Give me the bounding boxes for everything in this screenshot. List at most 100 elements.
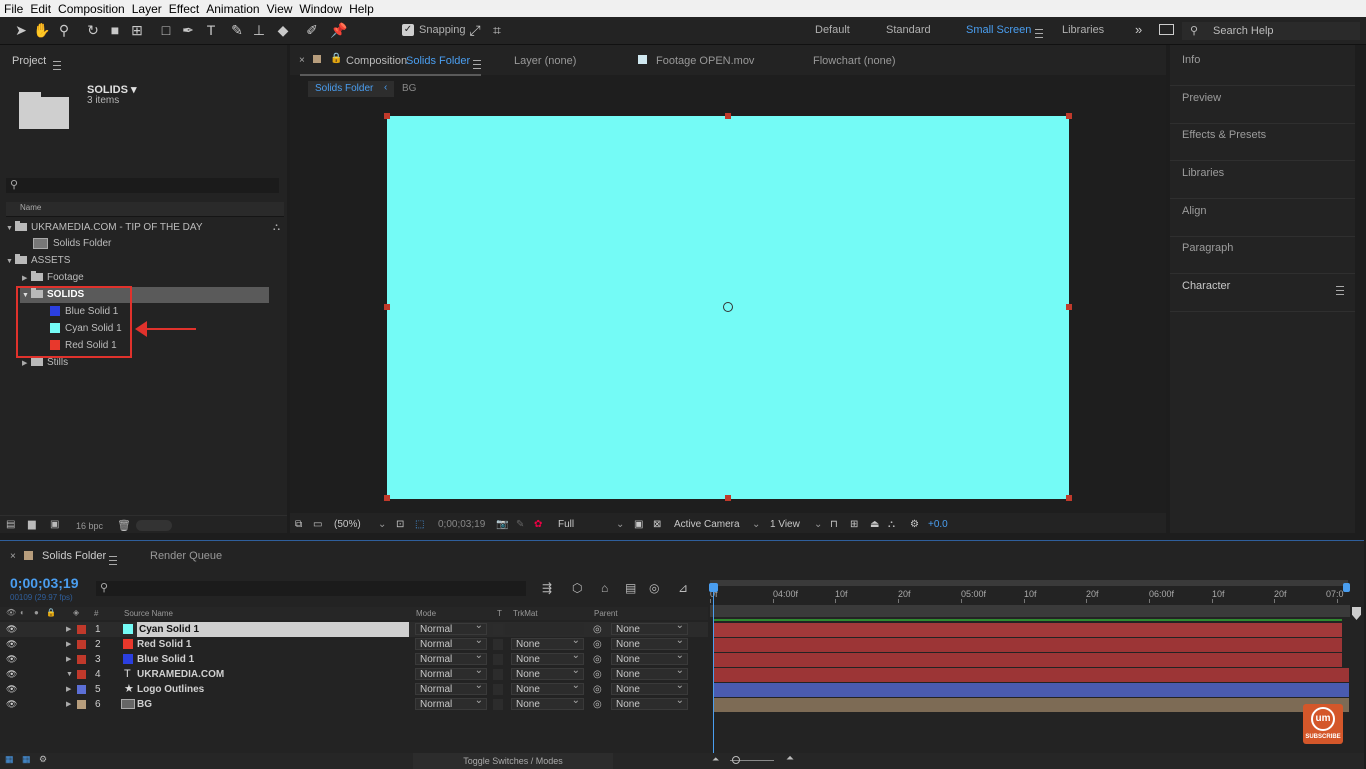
pick-whip-icon[interactable]: ◎ — [593, 637, 602, 652]
channel-icon[interactable]: ✿ — [534, 519, 542, 530]
timeline-search-input[interactable]: ⚲ — [96, 581, 526, 596]
label-color[interactable] — [77, 670, 86, 679]
parent-dropdown[interactable]: None — [611, 680, 688, 695]
transform-handle[interactable] — [1066, 113, 1072, 119]
chevron-down-icon[interactable]: ⌄ — [378, 519, 386, 530]
toggle-pixel-aspect-icon[interactable]: ⊓ — [830, 519, 838, 530]
expand-triangle-icon[interactable]: ▼ — [6, 254, 15, 270]
pick-whip-icon[interactable]: ◎ — [593, 652, 602, 667]
layer-duration-bar[interactable] — [714, 653, 1342, 667]
number-header[interactable]: # — [94, 609, 98, 618]
reset-exposure-icon[interactable]: ⚙ — [910, 519, 919, 530]
layer-row[interactable]: 👁 ▶ 3 Blue Solid 1 Normal None ◎ None — [0, 650, 708, 667]
chevron-down-icon[interactable]: ⌄ — [814, 519, 822, 530]
panel-info[interactable]: Info — [1170, 50, 1355, 86]
layer-duration-bar[interactable] — [714, 668, 1349, 682]
layer-row[interactable]: 👁 ▼ 4 T UKRAMEDIA.COM Normal None ◎ None — [0, 665, 708, 682]
timeline-icon[interactable]: ⏏ — [870, 519, 879, 530]
menu-file[interactable]: File — [0, 0, 26, 16]
layer-name[interactable]: Logo Outlines — [137, 682, 204, 697]
eye-icon[interactable]: 👁 — [6, 667, 17, 682]
frame-blending-icon[interactable]: ▤ — [625, 581, 636, 595]
preserve-transparency-toggle[interactable] — [493, 654, 503, 665]
t-header[interactable]: T — [497, 609, 502, 618]
rectangle-tool-icon[interactable]: □ — [157, 21, 175, 39]
puppet-pin-tool-icon[interactable]: 📌 — [330, 21, 348, 39]
bpc-label[interactable]: 16 bpc — [76, 521, 103, 531]
flowchart-icon[interactable]: ⛬ — [888, 519, 895, 530]
parent-header[interactable]: Parent — [594, 609, 618, 618]
roto-brush-tool-icon[interactable]: ✐ — [303, 21, 321, 39]
tab-composition-name[interactable]: Solids Folder — [406, 55, 470, 67]
layer-duration-bar[interactable] — [714, 683, 1349, 697]
panel-preview[interactable]: Preview — [1170, 88, 1355, 124]
layer-name[interactable]: Cyan Solid 1 — [137, 622, 409, 637]
layer-name[interactable]: UKRAMEDIA.COM — [137, 667, 224, 682]
layer-row[interactable]: 👁 ▶ 6 BG Normal None ◎ None — [0, 695, 708, 712]
zoom-out-icon[interactable]: ⏶ — [712, 754, 719, 765]
visibility-header-icon[interactable]: 👁 — [6, 608, 16, 617]
transform-handle[interactable] — [384, 113, 390, 119]
trash-icon[interactable]: 🗑 — [117, 519, 131, 532]
preserve-transparency-toggle[interactable] — [493, 639, 503, 650]
safe-margins-icon[interactable]: ⊡ — [396, 519, 404, 530]
project-panel-title[interactable]: Project — [12, 55, 46, 67]
transform-handle[interactable] — [1066, 304, 1072, 310]
show-snapshot-icon[interactable]: ✎ — [516, 519, 524, 530]
playhead[interactable] — [713, 583, 714, 753]
hide-shy-layers-icon[interactable]: ⌂ — [601, 581, 608, 595]
search-help-field[interactable]: ⚲ Search Help — [1182, 22, 1360, 40]
trkmat-dropdown[interactable]: None — [511, 680, 584, 695]
mode-header[interactable]: Mode — [416, 609, 436, 618]
tab-composition-prefix[interactable]: Composition — [346, 55, 407, 67]
time-ruler[interactable]: 0f04:00f10f20f05:00f10f20f06:00f10f20f07… — [710, 587, 1350, 603]
menu-window[interactable]: Window — [295, 0, 345, 16]
snapshot-icon[interactable]: 📷 — [496, 519, 508, 530]
panel-align[interactable]: Align — [1170, 201, 1355, 237]
keyboard-icon[interactable] — [1159, 24, 1174, 35]
preserve-transparency-toggle[interactable] — [493, 699, 503, 710]
layer-row[interactable]: 👁 ▶ 5 ★Logo Outlines Normal None ◎ None — [0, 680, 708, 697]
mode-dropdown[interactable]: Normal — [415, 620, 487, 635]
composition-mini-flowchart-icon[interactable]: ⇶ — [542, 581, 552, 595]
mode-dropdown[interactable]: Normal — [415, 635, 487, 650]
time-navigator[interactable] — [710, 605, 1350, 617]
menu-effect[interactable]: Effect — [165, 0, 202, 16]
zoom-dropdown[interactable]: (50%) — [334, 519, 361, 530]
menu-view[interactable]: View — [263, 0, 296, 16]
layer-duration-bar[interactable] — [714, 623, 1342, 637]
workspace-menu-icon[interactable] — [1035, 28, 1043, 38]
workspace-libraries[interactable]: Libraries — [1062, 24, 1104, 36]
exposure-value[interactable]: +0.0 — [928, 519, 948, 530]
transform-handle[interactable] — [1066, 495, 1072, 501]
tab-flowchart[interactable]: Flowchart (none) — [813, 55, 896, 67]
comp-end-marker-icon[interactable] — [1352, 607, 1361, 620]
snapping-checkbox[interactable]: ✓ — [402, 24, 414, 36]
playhead-handle[interactable] — [709, 583, 718, 592]
collapse-triangle-icon[interactable]: ▶ — [66, 637, 71, 652]
panel-effects-presets[interactable]: Effects & Presets — [1170, 125, 1355, 161]
layer-duration-bar[interactable] — [714, 638, 1342, 652]
subscribe-badge[interactable]: um SUBSCRIBE — [1303, 704, 1343, 744]
anchor-point-icon[interactable] — [723, 302, 733, 312]
pick-whip-icon[interactable]: ◎ — [593, 667, 602, 682]
chevron-down-icon[interactable]: ⌄ — [752, 519, 760, 530]
label-color[interactable] — [77, 625, 86, 634]
viewer-menu-icon[interactable] — [473, 59, 481, 69]
trkmat-dropdown[interactable]: None — [511, 695, 584, 710]
timeline-timecode[interactable]: 0;00;03;19 — [10, 575, 79, 591]
workspace-standard[interactable]: Standard — [886, 24, 931, 36]
panel-character[interactable]: Character — [1170, 276, 1355, 312]
region-of-interest-icon[interactable]: ▣ — [634, 519, 643, 530]
menu-composition[interactable]: Composition — [54, 0, 128, 16]
eye-icon[interactable]: 👁 — [6, 697, 17, 712]
pick-whip-icon[interactable]: ◎ — [593, 697, 602, 712]
layer-duration-bar[interactable] — [714, 698, 1349, 712]
zoom-in-icon[interactable]: ⏶ — [786, 753, 794, 764]
label-header-icon[interactable]: ◈ — [73, 608, 79, 617]
transform-handle[interactable] — [725, 495, 731, 501]
expand-triangle-icon[interactable]: ▼ — [6, 221, 15, 237]
close-icon[interactable]: × — [299, 55, 305, 66]
close-icon[interactable]: × — [10, 551, 16, 562]
resolution-dropdown[interactable]: Full — [558, 519, 574, 530]
